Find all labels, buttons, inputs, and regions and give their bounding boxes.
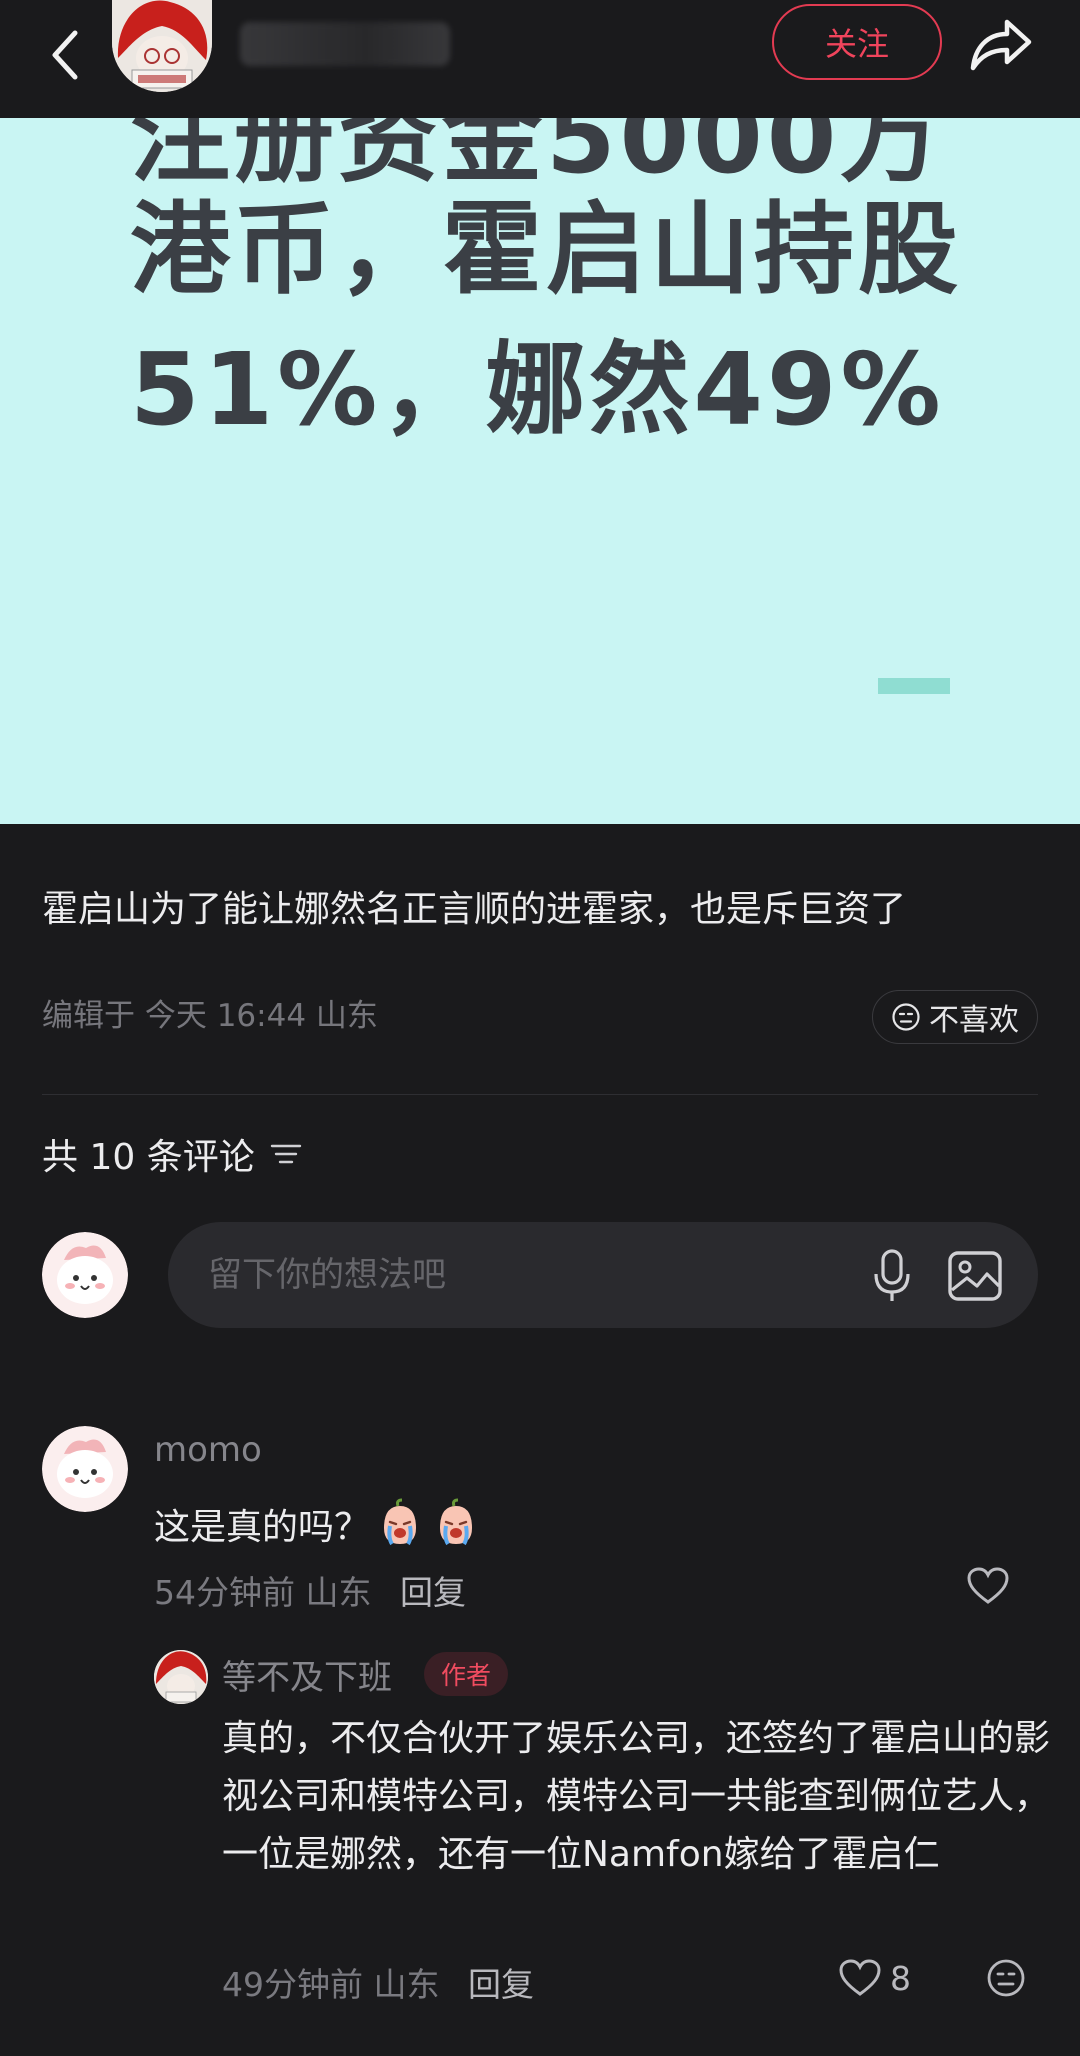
chevron-left-icon [52,30,78,80]
dislike-label: 不喜欢 [929,1003,1019,1038]
top-bar: 关注 [0,0,1080,118]
meh-face-icon [892,1003,920,1031]
reply-location: 山东 [373,1965,440,2004]
username-blurred [240,22,450,66]
post-meta: 编辑于 今天 16:44 山东 [42,990,378,1035]
edited-time: 今天 16:44 [144,998,307,1034]
heart-icon [967,1567,1009,1604]
post-image-text-line: 51%，娜然49% [130,331,945,448]
author-badge: 作者 [424,1652,508,1696]
reply-like-count: 8 [890,1958,911,1998]
post-image[interactable]: 注册资金5000万 港币，霍启山持股 51%，娜然49% [0,118,1080,824]
comment-text: 这是真的吗？ [154,1498,482,1550]
reply-dislike-button[interactable] [976,1948,1036,2008]
reply-like-button[interactable]: 8 [838,1948,911,2008]
like-button[interactable] [958,1556,1018,1616]
follow-button[interactable]: 关注 [772,4,942,80]
heart-icon [839,1959,881,1996]
sort-filter-icon[interactable] [269,1139,303,1169]
edited-label: 编辑于 [42,998,135,1034]
image-upload-icon[interactable] [942,1246,1008,1306]
dislike-button[interactable]: 不喜欢 [872,990,1038,1044]
crying-emoji-icon [384,1498,417,1546]
reply-button[interactable]: 回复 [400,1573,466,1612]
share-arrow-icon [970,19,1032,71]
comment-meta: 54分钟前 山东 回复 [154,1566,466,1614]
author-avatar[interactable] [112,0,212,92]
back-button[interactable] [30,10,100,100]
post-image-text-line: 港币，霍启山持股 [130,191,962,308]
reply-meta: 49分钟前 山东 回复 [222,1958,534,2006]
comment-count: 共 10 条评论 [42,1137,255,1178]
divider [42,1094,1038,1095]
comment-username[interactable]: momo [154,1430,262,1470]
post-location: 山东 [315,998,378,1034]
author-reply-avatar[interactable] [154,1650,208,1704]
reply-time: 49分钟前 [222,1965,363,2004]
post-caption: 霍启山为了能让娜然名正言顺的进霍家，也是斥巨资了 [42,889,907,930]
post-image-mark [878,678,950,694]
share-button[interactable] [966,6,1036,82]
meh-face-icon [987,1959,1025,1997]
comment-text-body: 这是真的吗？ [154,1507,371,1548]
crying-emoji-icon [440,1498,473,1546]
commenter-avatar[interactable] [42,1426,128,1512]
comment-location: 山东 [305,1573,372,1612]
comment-input[interactable] [208,1250,788,1300]
current-user-avatar [42,1232,128,1318]
comment-input-bar[interactable] [168,1222,1038,1328]
microphone-icon[interactable] [862,1246,922,1306]
comment-count-row[interactable]: 共 10 条评论 [42,1128,303,1180]
reply-button[interactable]: 回复 [468,1965,534,2004]
comment-time: 54分钟前 [154,1573,295,1612]
reply-username[interactable]: 等不及下班 [222,1650,392,1699]
reply-text: 真的，不仅合伙开了娱乐公司，还签约了霍启山的影视公司和模特公司，模特公司一共能查… [222,1718,1051,1875]
